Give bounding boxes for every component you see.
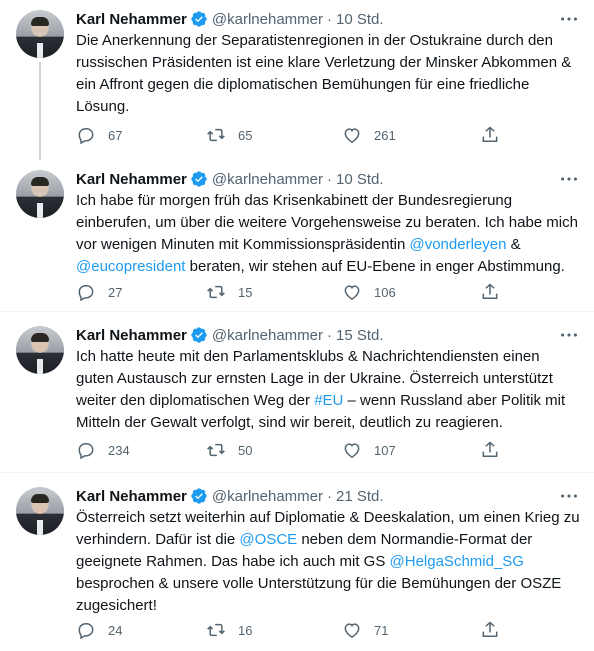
tweet-text: Ich habe für morgen früh das Krisenkabin… [76, 192, 578, 275]
separator-dot: · [326, 326, 332, 344]
reply-button[interactable]: 27 [76, 281, 122, 303]
retweet-button[interactable]: 16 [206, 619, 252, 641]
author-name[interactable]: Karl Nehammer [76, 11, 187, 28]
avatar[interactable] [16, 170, 64, 218]
reply-count: 27 [108, 284, 123, 300]
retweet-button[interactable]: 50 [206, 439, 252, 461]
author-handle[interactable]: @karlnehammer [212, 488, 323, 505]
tweet-text: Österreich setzt weiterhin auf Diplomati… [76, 509, 580, 614]
avatar[interactable] [16, 10, 64, 58]
share-icon [482, 441, 498, 457]
retweet-count: 65 [238, 127, 253, 143]
tweet-header: Karl Nehammer @karlnehammer · 10 Std. [76, 168, 384, 190]
share-button[interactable] [480, 439, 500, 461]
retweet-icon [207, 285, 225, 299]
verified-badge-icon [191, 488, 207, 504]
tweet-text: Ich hatte heute mit den Parlamentsklubs … [76, 348, 566, 431]
author-name[interactable]: Karl Nehammer [76, 171, 187, 188]
retweet-button[interactable]: 65 [206, 124, 252, 146]
author-handle[interactable]: @karlnehammer [212, 171, 323, 188]
author-handle[interactable]: @karlnehammer [212, 11, 323, 28]
like-icon [344, 128, 360, 143]
mention-link[interactable]: @vonderleyen [409, 236, 506, 253]
tweet-time[interactable]: 21 Std. [336, 488, 384, 505]
mention-link[interactable]: @OSCE [239, 531, 297, 548]
tweet-divider [0, 311, 594, 312]
more-icon[interactable] [558, 485, 580, 507]
more-icon[interactable] [558, 168, 580, 190]
tweet-actions: 234 50 107 [76, 439, 506, 461]
tweet-time[interactable]: 10 Std. [336, 11, 384, 28]
separator-dot: · [326, 10, 332, 28]
reply-icon [78, 623, 94, 640]
mention-link[interactable]: @eucopresident [76, 258, 185, 275]
share-button[interactable] [480, 124, 500, 146]
reply-button[interactable]: 234 [76, 439, 130, 461]
retweet-icon [207, 623, 225, 637]
reply-count: 234 [108, 442, 130, 458]
reply-icon [78, 443, 94, 460]
tweet[interactable]: Karl Nehammer @karlnehammer · 10 Std. Di… [0, 0, 594, 160]
tweet-header: Karl Nehammer @karlnehammer · 10 Std. [76, 8, 384, 30]
like-button[interactable]: 261 [342, 124, 396, 146]
retweet-count: 50 [238, 442, 253, 458]
like-count: 71 [374, 622, 389, 638]
retweet-icon [207, 128, 225, 142]
tweet[interactable]: Karl Nehammer @karlnehammer · 10 Std. Ic… [0, 160, 594, 311]
share-icon [482, 283, 498, 299]
avatar[interactable] [16, 487, 64, 535]
like-icon [344, 623, 360, 638]
tweet-time[interactable]: 10 Std. [336, 171, 384, 188]
more-icon[interactable] [558, 324, 580, 346]
reply-count: 67 [108, 127, 123, 143]
share-icon [482, 126, 498, 142]
avatar[interactable] [16, 326, 64, 374]
verified-badge-icon [191, 327, 207, 343]
thread-line [39, 62, 41, 160]
author-name[interactable]: Karl Nehammer [76, 327, 187, 344]
like-icon [344, 285, 360, 300]
tweet-time[interactable]: 15 Std. [336, 327, 384, 344]
verified-badge-icon [191, 11, 207, 27]
like-button[interactable]: 71 [342, 619, 388, 641]
like-count: 107 [374, 442, 396, 458]
tweet-actions: 24 16 71 [76, 619, 506, 641]
retweet-button[interactable]: 15 [206, 281, 252, 303]
tweet-actions: 27 15 106 [76, 281, 506, 303]
reply-button[interactable]: 24 [76, 619, 122, 641]
reply-icon [78, 285, 94, 302]
author-name[interactable]: Karl Nehammer [76, 488, 187, 505]
hashtag-link[interactable]: #EU [314, 392, 343, 409]
mention-link[interactable]: @HelgaSchmid_SG [390, 553, 524, 570]
like-count: 261 [374, 127, 396, 143]
tweet-header: Karl Nehammer @karlnehammer · 21 Std. [76, 485, 384, 507]
reply-count: 24 [108, 622, 123, 638]
tweet-header: Karl Nehammer @karlnehammer · 15 Std. [76, 324, 384, 346]
more-icon[interactable] [558, 8, 580, 30]
like-icon [344, 443, 360, 458]
like-button[interactable]: 107 [342, 439, 396, 461]
share-icon [482, 621, 498, 637]
tweet-text: Die Anerkennung der Separatistenregionen… [76, 32, 572, 115]
tweet-divider [0, 472, 594, 473]
share-button[interactable] [480, 281, 500, 303]
retweet-icon [207, 443, 225, 457]
tweet[interactable]: Karl Nehammer @karlnehammer · 15 Std. Ic… [0, 316, 594, 469]
separator-dot: · [326, 487, 332, 505]
reply-icon [78, 128, 94, 145]
reply-button[interactable]: 67 [76, 124, 122, 146]
verified-badge-icon [191, 171, 207, 187]
tweet-actions: 67 65 261 [76, 124, 506, 146]
separator-dot: · [326, 170, 332, 188]
like-button[interactable]: 106 [342, 281, 396, 303]
retweet-count: 16 [238, 622, 253, 638]
like-count: 106 [374, 284, 396, 300]
tweet[interactable]: Karl Nehammer @karlnehammer · 21 Std. Ös… [0, 477, 594, 651]
share-button[interactable] [480, 619, 500, 641]
author-handle[interactable]: @karlnehammer [212, 327, 323, 344]
retweet-count: 15 [238, 284, 253, 300]
